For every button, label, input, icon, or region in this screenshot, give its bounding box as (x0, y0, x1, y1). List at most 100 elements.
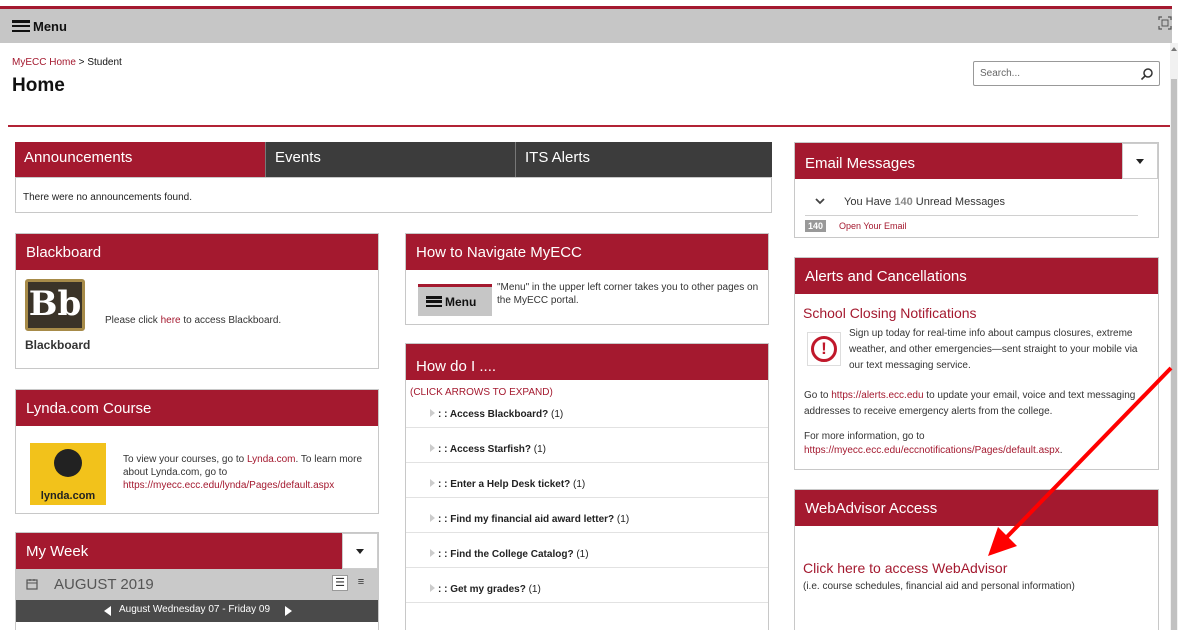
expand-arrow-icon[interactable] (430, 444, 435, 452)
email-panel: Email Messages You Have 140 Unread Messa… (794, 142, 1159, 238)
tab-announcements[interactable]: Announcements (15, 142, 265, 177)
news-tabs: Announcements Events ITS Alerts (15, 142, 772, 177)
howdo-item-label: : : Access Blackboard? (438, 409, 549, 420)
email-badge: 140 (805, 220, 827, 232)
blackboard-logo[interactable]: Bb (25, 279, 85, 331)
search-input[interactable]: Search... (973, 61, 1160, 86)
tab-events[interactable]: Events (265, 142, 515, 177)
lynda-text-1: To view your courses, go to (123, 454, 247, 465)
expand-arrow-icon[interactable] (430, 584, 435, 592)
howdo-item-count: (1) (525, 584, 541, 595)
page-root: Menu MyECC Home > Student Home Search...… (0, 0, 1178, 630)
blackboard-panel: Blackboard Bb Blackboard Please click he… (15, 233, 379, 369)
howdo-item-label: : : Find my financial aid award letter? (438, 514, 615, 525)
menu-button[interactable]: Menu (33, 19, 67, 34)
agenda-view-icon[interactable]: ≡ (353, 575, 369, 591)
howdo-item-count: (1) (531, 444, 546, 455)
blackboard-text-after: to access Blackboard. (180, 315, 282, 326)
myweek-dropdown[interactable] (342, 533, 378, 569)
expand-arrow-icon[interactable] (430, 549, 435, 557)
myweek-month: AUGUST 2019 (54, 576, 154, 593)
howdo-item-count: (1) (573, 549, 589, 560)
howdo-item-count: (1) (614, 514, 630, 525)
breadcrumb: MyECC Home > Student (12, 57, 122, 68)
webadvisor-link[interactable]: Click here to access WebAdvisor (803, 560, 1007, 576)
howdo-item-catalog[interactable]: : : Find the College Catalog? (1) (430, 549, 589, 560)
email-summary: You Have 140 Unread Messages (844, 196, 1005, 208)
alerts-more-pre: For more information, go to (804, 431, 925, 442)
howdo-item-count: (1) (570, 479, 586, 490)
email-summary-post: Unread Messages (912, 196, 1006, 208)
blackboard-here-link[interactable]: here (161, 315, 181, 326)
breadcrumb-home-link[interactable]: MyECC Home (12, 57, 76, 68)
lynda-title: Lynda.com Course (16, 390, 378, 426)
tab-its-alerts[interactable]: ITS Alerts (515, 142, 772, 177)
myweek-panel: My Week AUGUST 2019 ☰ ≡ August Wednesday… (15, 532, 379, 630)
navigate-title: How to Navigate MyECC (406, 234, 768, 270)
search-icon[interactable] (1140, 67, 1154, 81)
howdo-item-label: : : Enter a Help Desk ticket? (438, 479, 571, 490)
announcements-panel: There were no announcements found. (15, 177, 772, 213)
howdo-item-blackboard[interactable]: : : Access Blackboard? (1) (430, 409, 563, 420)
navigate-menu-image: Menu (418, 284, 492, 316)
chevron-down-icon (356, 548, 364, 554)
howdo-item-grades[interactable]: : : Get my grades? (1) (430, 584, 541, 595)
menu-bar: Menu (0, 9, 1172, 43)
divider (406, 532, 768, 533)
breadcrumb-current: Student (87, 57, 122, 68)
scroll-up-icon[interactable] (1171, 47, 1177, 51)
navigate-panel: How to Navigate MyECC Menu "Menu" in the… (405, 233, 769, 325)
alert-icon: ! (807, 332, 841, 366)
hamburger-icon (426, 296, 442, 307)
lynda-logo[interactable]: lynda.com (30, 443, 106, 505)
list-view-icon[interactable]: ☰ (332, 575, 348, 591)
lynda-link[interactable]: Lynda.com (247, 454, 296, 465)
email-dropdown[interactable] (1122, 143, 1158, 179)
open-email-link[interactable]: Open Your Email (839, 221, 907, 231)
howdo-item-label: : : Access Starfish? (438, 444, 531, 455)
divider (805, 215, 1138, 216)
howdo-item-helpdesk[interactable]: : : Enter a Help Desk ticket? (1) (430, 479, 585, 490)
email-summary-pre: You Have (844, 196, 895, 208)
expand-arrow-icon[interactable] (430, 409, 435, 417)
blackboard-text: Please click here to access Blackboard. (105, 315, 281, 326)
webadvisor-note: (i.e. course schedules, financial aid an… (803, 581, 1075, 592)
blackboard-text-before: Please click (105, 315, 161, 326)
email-unread-count: 140 (894, 196, 913, 208)
lynda-url-link[interactable]: https://myecc.ecc.edu/lynda/Pages/defaul… (123, 480, 334, 491)
divider (406, 497, 768, 498)
howdo-item-label: : : Get my grades? (438, 584, 526, 595)
howdo-item-financial-aid[interactable]: : : Find my financial aid award letter? … (430, 514, 629, 525)
lynda-panel: Lynda.com Course lynda.com To view your … (15, 389, 379, 514)
blackboard-title: Blackboard (16, 234, 378, 270)
expand-arrow-icon[interactable] (430, 479, 435, 487)
howdo-panel: How do I .... (CLICK ARROWS TO EXPAND) :… (405, 343, 769, 630)
breadcrumb-separator: > (75, 57, 88, 68)
alerts-subtitle[interactable]: School Closing Notifications (803, 305, 977, 321)
hamburger-icon[interactable] (12, 20, 30, 32)
search-placeholder: Search... (980, 68, 1021, 79)
navigate-menu-label: Menu (445, 294, 477, 309)
alerts-link[interactable]: https://alerts.ecc.edu (831, 390, 923, 401)
howdo-item-starfish[interactable]: : : Access Starfish? (1) (430, 444, 546, 455)
howdo-hint: (CLICK ARROWS TO EXPAND) (410, 387, 553, 398)
howdo-title: How do I .... (406, 344, 768, 380)
myweek-range: August Wednesday 07 - Friday 09 (119, 604, 271, 615)
divider (406, 427, 768, 428)
prev-week-icon[interactable] (104, 606, 111, 616)
next-week-icon[interactable] (285, 606, 292, 616)
lynda-text: To view your courses, go to Lynda.com. T… (123, 453, 373, 492)
alerts-goto-pre: Go to (804, 390, 832, 401)
howdo-item-label: : : Find the College Catalog? (438, 549, 574, 560)
expand-arrow-icon[interactable] (430, 514, 435, 522)
howdo-item-count: (1) (548, 409, 564, 420)
divider (406, 567, 768, 568)
page-title: Home (12, 75, 65, 96)
lynda-logo-text: lynda.com (40, 490, 96, 502)
divider (406, 602, 768, 603)
focus-mode-icon[interactable] (1158, 16, 1172, 30)
navigate-text: "Menu" in the upper left corner takes yo… (497, 282, 759, 306)
chevron-down-icon[interactable] (815, 198, 825, 205)
alerts-title: Alerts and Cancellations (795, 258, 1158, 294)
exclamation-icon: ! (811, 336, 837, 362)
